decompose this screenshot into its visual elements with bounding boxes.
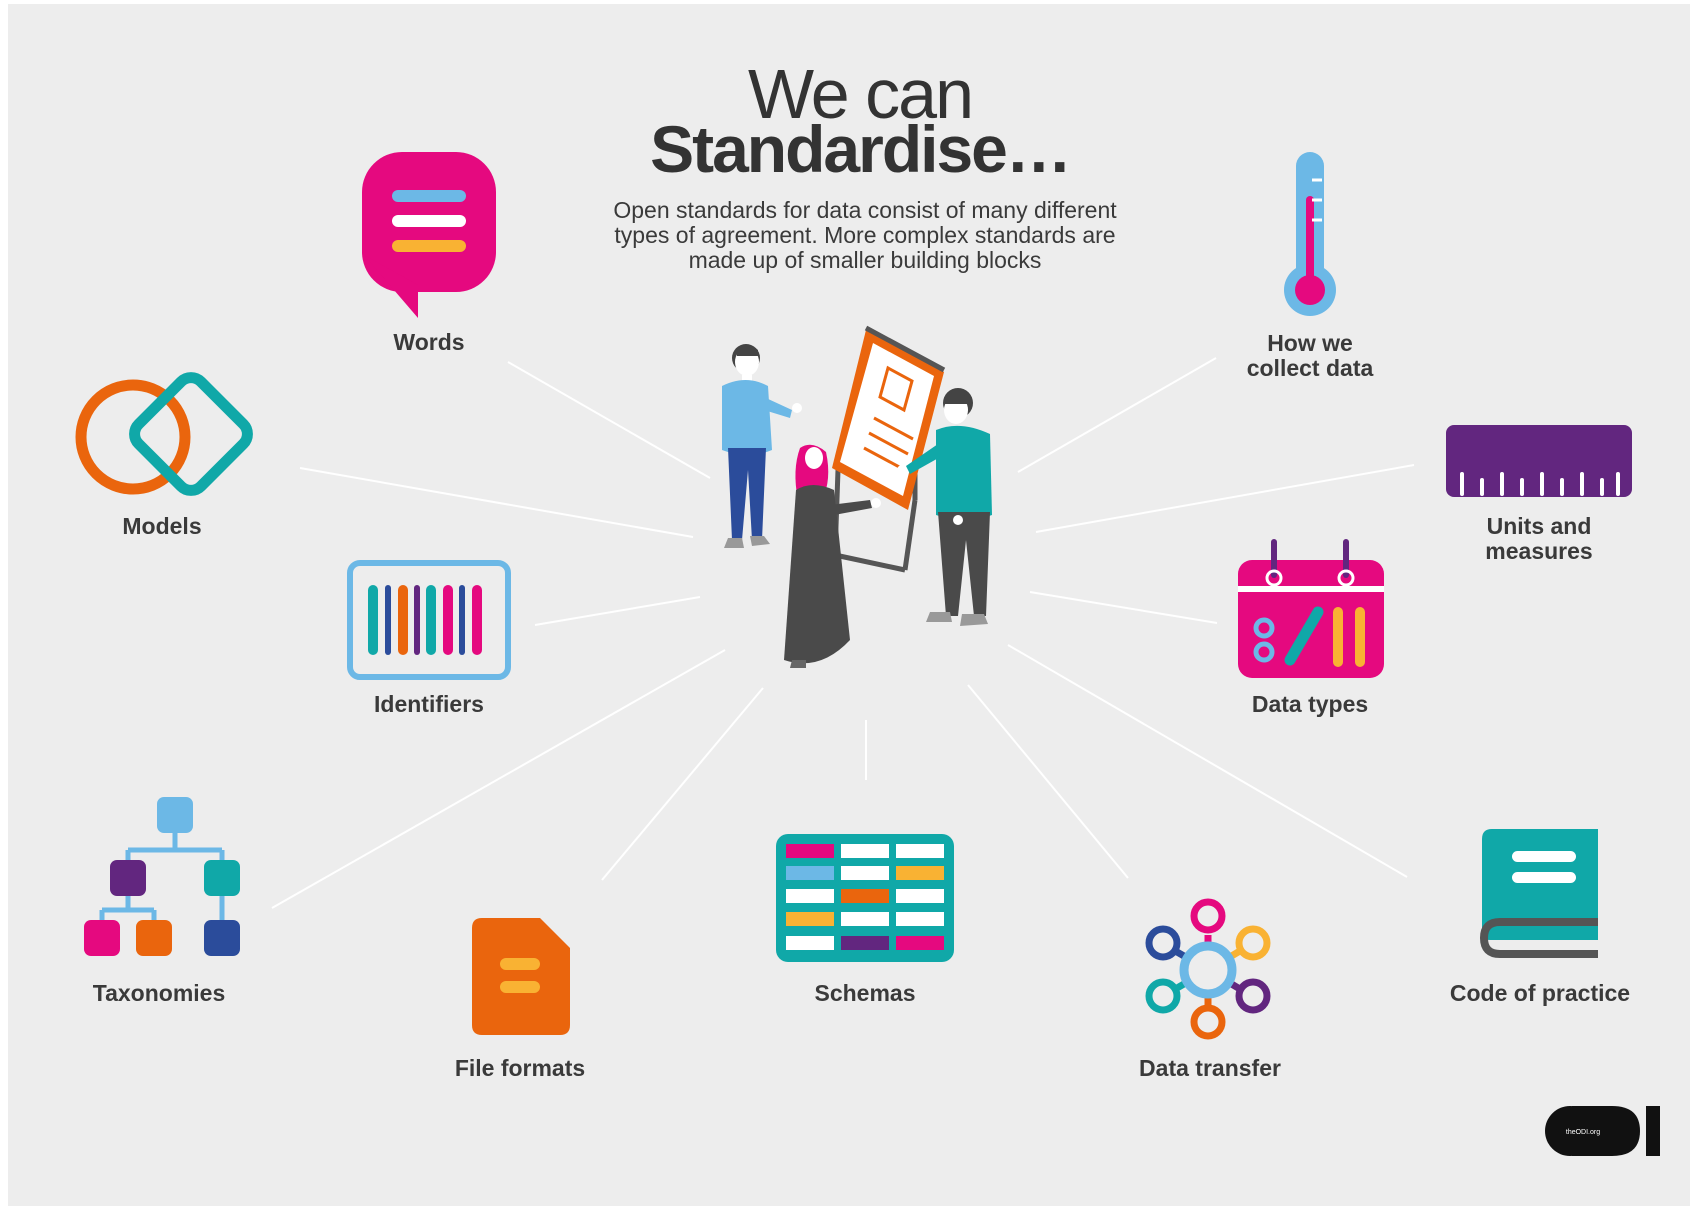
logo-url-text: theODI.org xyxy=(1566,1129,1600,1136)
book-icon xyxy=(1479,829,1598,958)
file-document-icon xyxy=(472,918,570,1035)
label-data-transfer: Data transfer xyxy=(1139,1055,1281,1081)
label-data-types: Data types xyxy=(1251,691,1369,717)
calendar-icon xyxy=(1238,539,1384,678)
label-taxonomies: Taxonomies xyxy=(92,980,226,1006)
label-identifiers: Identifiers xyxy=(374,691,484,717)
infographic: theODI.org We can Standardise… Open stan… xyxy=(0,0,1698,1210)
label-schemas: Schemas xyxy=(814,980,916,1006)
label-models: Models xyxy=(122,513,202,539)
label-code-of-practice: Code of practice xyxy=(1449,980,1631,1006)
label-words: Words xyxy=(393,329,465,355)
label-how-we-collect-data: How we collect data xyxy=(1246,330,1374,381)
title-line-2: Standardise… xyxy=(650,112,1072,186)
subtitle: Open standards for data consist of many … xyxy=(613,197,1117,273)
label-file-formats: File formats xyxy=(454,1055,586,1081)
table-grid-icon xyxy=(776,834,954,962)
ruler-icon xyxy=(1446,425,1632,497)
label-units-and-measures: Units and measures xyxy=(1485,513,1593,564)
